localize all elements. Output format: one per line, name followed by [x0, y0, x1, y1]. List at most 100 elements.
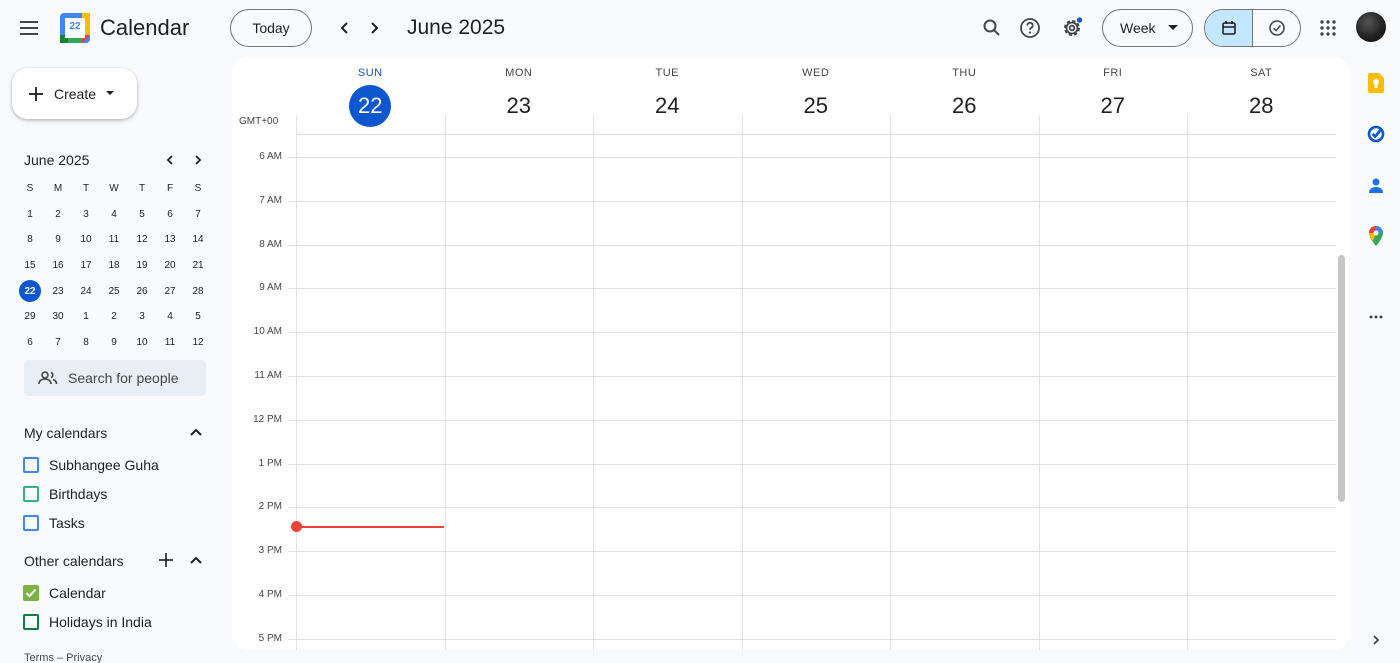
mini-calendar-day[interactable]: 12 [184, 330, 212, 356]
mini-calendar-day[interactable]: 28 [184, 278, 212, 304]
mini-calendar-day[interactable]: 14 [184, 227, 212, 253]
expand-side-panel-button[interactable] [1362, 626, 1390, 654]
calendar-checkbox[interactable] [23, 515, 39, 531]
calendar-logo[interactable]: 22 [60, 13, 90, 43]
calendar-list-item[interactable]: Calendar [23, 583, 106, 603]
mini-calendar-day[interactable]: 3 [128, 304, 156, 330]
my-calendars-collapse-button[interactable] [186, 422, 206, 442]
mini-calendar-day[interactable]: 1 [16, 202, 44, 228]
mini-calendar-day[interactable]: 27 [156, 278, 184, 304]
mini-calendar-day[interactable]: 24 [72, 278, 100, 304]
day-header[interactable]: TUE 24 [593, 57, 742, 135]
calendar-checkbox[interactable] [23, 585, 39, 601]
calendar-view-toggle[interactable] [1205, 10, 1253, 46]
previous-week-button[interactable] [330, 13, 360, 43]
mini-calendar-day[interactable]: 19 [128, 253, 156, 279]
next-week-button[interactable] [359, 13, 389, 43]
vertical-scrollbar[interactable] [1338, 255, 1345, 502]
date-number[interactable]: 28 [1240, 85, 1282, 127]
calendar-checkbox[interactable] [23, 457, 39, 473]
tasks-button[interactable] [1362, 120, 1390, 148]
date-number[interactable]: 23 [498, 85, 540, 127]
mini-calendar-day[interactable]: 7 [44, 330, 72, 356]
mini-calendar-day[interactable]: 11 [156, 330, 184, 356]
settings-button[interactable] [1056, 12, 1088, 44]
calendar-list-item[interactable]: Birthdays [23, 484, 107, 504]
date-number[interactable]: 24 [646, 85, 688, 127]
mini-calendar-day[interactable]: 2 [44, 202, 72, 228]
mini-calendar-next-button[interactable] [188, 150, 208, 170]
mini-calendar-day[interactable]: 17 [72, 253, 100, 279]
mini-calendar-day[interactable]: 8 [16, 227, 44, 253]
my-calendars-header[interactable]: My calendars [24, 425, 107, 441]
calendar-checkbox[interactable] [23, 486, 39, 502]
mini-calendar-day[interactable]: 5 [184, 304, 212, 330]
mini-calendar-day[interactable]: 10 [72, 227, 100, 253]
keep-icon [1368, 73, 1384, 93]
terms-privacy-links[interactable]: Terms – Privacy [24, 652, 102, 663]
mini-calendar-day[interactable]: 23 [44, 278, 72, 304]
mini-calendar-day[interactable]: 8 [72, 330, 100, 356]
mini-calendar-day[interactable]: 13 [156, 227, 184, 253]
mini-calendar-day[interactable]: 1 [72, 304, 100, 330]
help-button[interactable] [1014, 12, 1046, 44]
calendar-list-item[interactable]: Holidays in India [23, 612, 152, 632]
mini-calendar-day[interactable]: 29 [16, 304, 44, 330]
day-header[interactable]: WED 25 [742, 57, 891, 135]
mini-calendar-day[interactable]: 2 [100, 304, 128, 330]
account-avatar[interactable] [1356, 12, 1386, 42]
today-button[interactable]: Today [230, 9, 312, 47]
mini-calendar-day[interactable]: 15 [16, 253, 44, 279]
other-calendars-header[interactable]: Other calendars [24, 553, 124, 569]
today-date-number[interactable]: 22 [349, 85, 392, 127]
search-button[interactable] [976, 12, 1008, 44]
day-header[interactable]: SUN 22 [296, 57, 445, 135]
mini-calendar-day[interactable]: 6 [156, 202, 184, 228]
mini-calendar-day[interactable]: 9 [44, 227, 72, 253]
mini-calendar-day-number: 7 [55, 336, 61, 348]
search-people-field[interactable]: Search for people [24, 360, 206, 396]
day-header[interactable]: MON 23 [445, 57, 594, 135]
day-header[interactable]: SAT 28 [1187, 57, 1336, 135]
calendar-checkbox[interactable] [23, 614, 39, 630]
day-of-week-label: TUE [655, 67, 679, 79]
add-other-calendar-button[interactable] [156, 550, 176, 570]
mini-calendar-prev-button[interactable] [160, 150, 180, 170]
day-header[interactable]: THU 26 [890, 57, 1039, 135]
mini-calendar-day[interactable]: 18 [100, 253, 128, 279]
create-button[interactable]: Create [12, 68, 137, 119]
time-grid[interactable]: 6 AM 7 AM 8 AM 9 AM 10 AM 11 AM 12 PM 1 PM 2 PM 3… [232, 135, 1336, 650]
mini-calendar-day[interactable]: 6 [16, 330, 44, 356]
mini-calendar-day[interactable]: 4 [156, 304, 184, 330]
keep-button[interactable] [1362, 69, 1390, 97]
mini-calendar-day[interactable]: 21 [184, 253, 212, 279]
date-number[interactable]: 25 [795, 85, 837, 127]
more-apps-button[interactable] [1362, 303, 1390, 331]
mini-calendar-day[interactable]: 16 [44, 253, 72, 279]
mini-calendar-day[interactable]: 25 [100, 278, 128, 304]
mini-calendar-day[interactable]: 20 [156, 253, 184, 279]
mini-calendar-day[interactable]: 7 [184, 202, 212, 228]
mini-calendar-day[interactable]: 11 [100, 227, 128, 253]
google-apps-button[interactable] [1312, 12, 1344, 44]
main-menu-button[interactable] [12, 10, 48, 46]
other-calendars-collapse-button[interactable] [186, 550, 206, 570]
view-selector[interactable]: Week [1102, 9, 1193, 47]
maps-button[interactable] [1362, 222, 1390, 250]
mini-calendar-day[interactable]: 30 [44, 304, 72, 330]
mini-calendar-day[interactable]: 26 [128, 278, 156, 304]
date-number[interactable]: 27 [1092, 85, 1134, 127]
mini-calendar-day[interactable]: 4 [100, 202, 128, 228]
calendar-list-item[interactable]: Tasks [23, 513, 85, 533]
mini-calendar-day[interactable]: 9 [100, 330, 128, 356]
mini-calendar-day[interactable]: 12 [128, 227, 156, 253]
day-header[interactable]: FRI 27 [1039, 57, 1188, 135]
mini-calendar-day[interactable]: 5 [128, 202, 156, 228]
contacts-button[interactable] [1362, 172, 1390, 200]
date-number[interactable]: 26 [943, 85, 985, 127]
mini-calendar-day[interactable]: 10 [128, 330, 156, 356]
calendar-list-item[interactable]: Subhangee Guha [23, 455, 159, 475]
tasks-view-toggle[interactable] [1253, 10, 1300, 46]
mini-calendar-day[interactable]: 22 [16, 278, 44, 304]
mini-calendar-day[interactable]: 3 [72, 202, 100, 228]
